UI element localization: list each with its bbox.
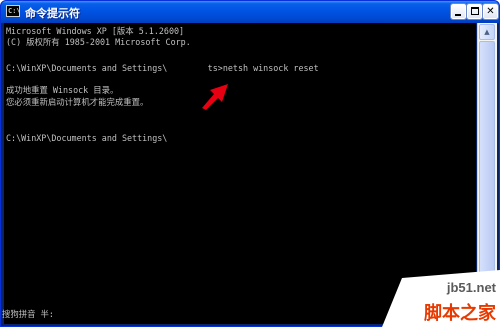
close-icon: ✕ <box>486 6 495 17</box>
minimize-button[interactable] <box>450 3 467 20</box>
ime-status-bar: 搜狗拼音 半: <box>2 309 54 319</box>
scroll-up-button[interactable]: ▲ <box>479 24 495 40</box>
title-bar[interactable]: C:\ 命令提示符 ✕ <box>1 1 499 23</box>
console-result-line: 成功地重置 Winsock 目录。 <box>6 85 119 95</box>
watermark: jb51.net 脚本之家 <box>362 270 500 327</box>
watermark-url: jb51.net <box>446 280 496 295</box>
arrow-up-icon: ▲ <box>484 28 490 36</box>
scroll-thumb[interactable] <box>479 41 495 303</box>
console-prompt-line: C:\WinXP\Documents and Settings\ <box>6 133 168 143</box>
console-result-line: 您必须重新启动计算机才能完成重置。 <box>6 97 149 107</box>
console-app-icon[interactable]: C:\ <box>6 5 20 17</box>
minimize-icon <box>455 14 461 16</box>
console-command-line: C:\WinXP\Documents and Settings\ ts>nets… <box>6 63 319 73</box>
console-line: (C) 版权所有 1985-2001 Microsoft Corp. <box>6 37 191 47</box>
close-button[interactable]: ✕ <box>482 3 499 20</box>
window-title: 命令提示符 <box>25 7 80 20</box>
maximize-icon <box>471 7 479 15</box>
watermark-brand: 脚本之家 <box>424 303 496 324</box>
console-line: Microsoft Windows XP [版本 5.1.2600] <box>6 26 185 36</box>
red-arrow-icon <box>202 84 228 110</box>
maximize-button[interactable] <box>466 3 483 20</box>
